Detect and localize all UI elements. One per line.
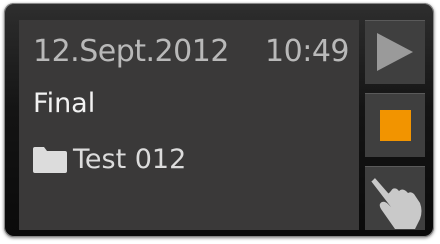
time-label: 10:49 [265, 33, 349, 69]
folder-name: Test 012 [73, 144, 187, 175]
touch-button[interactable] [365, 166, 425, 230]
play-button[interactable] [365, 20, 425, 84]
stop-button[interactable] [365, 93, 425, 157]
display-screen: 12.Sept.2012 10:49 Final Test 012 [19, 20, 359, 230]
folder-icon [33, 146, 67, 173]
control-buttons [365, 20, 425, 230]
stop-icon [365, 94, 425, 158]
play-icon [365, 21, 425, 85]
date-label: 12.Sept.2012 [33, 33, 229, 69]
device-frame: 12.Sept.2012 10:49 Final Test 012 [4, 3, 434, 237]
status-line: 12.Sept.2012 10:49 [33, 30, 349, 72]
folder-row[interactable]: Test 012 [33, 144, 186, 175]
touch-hand-icon [365, 167, 425, 231]
mode-label: Final [33, 88, 96, 119]
